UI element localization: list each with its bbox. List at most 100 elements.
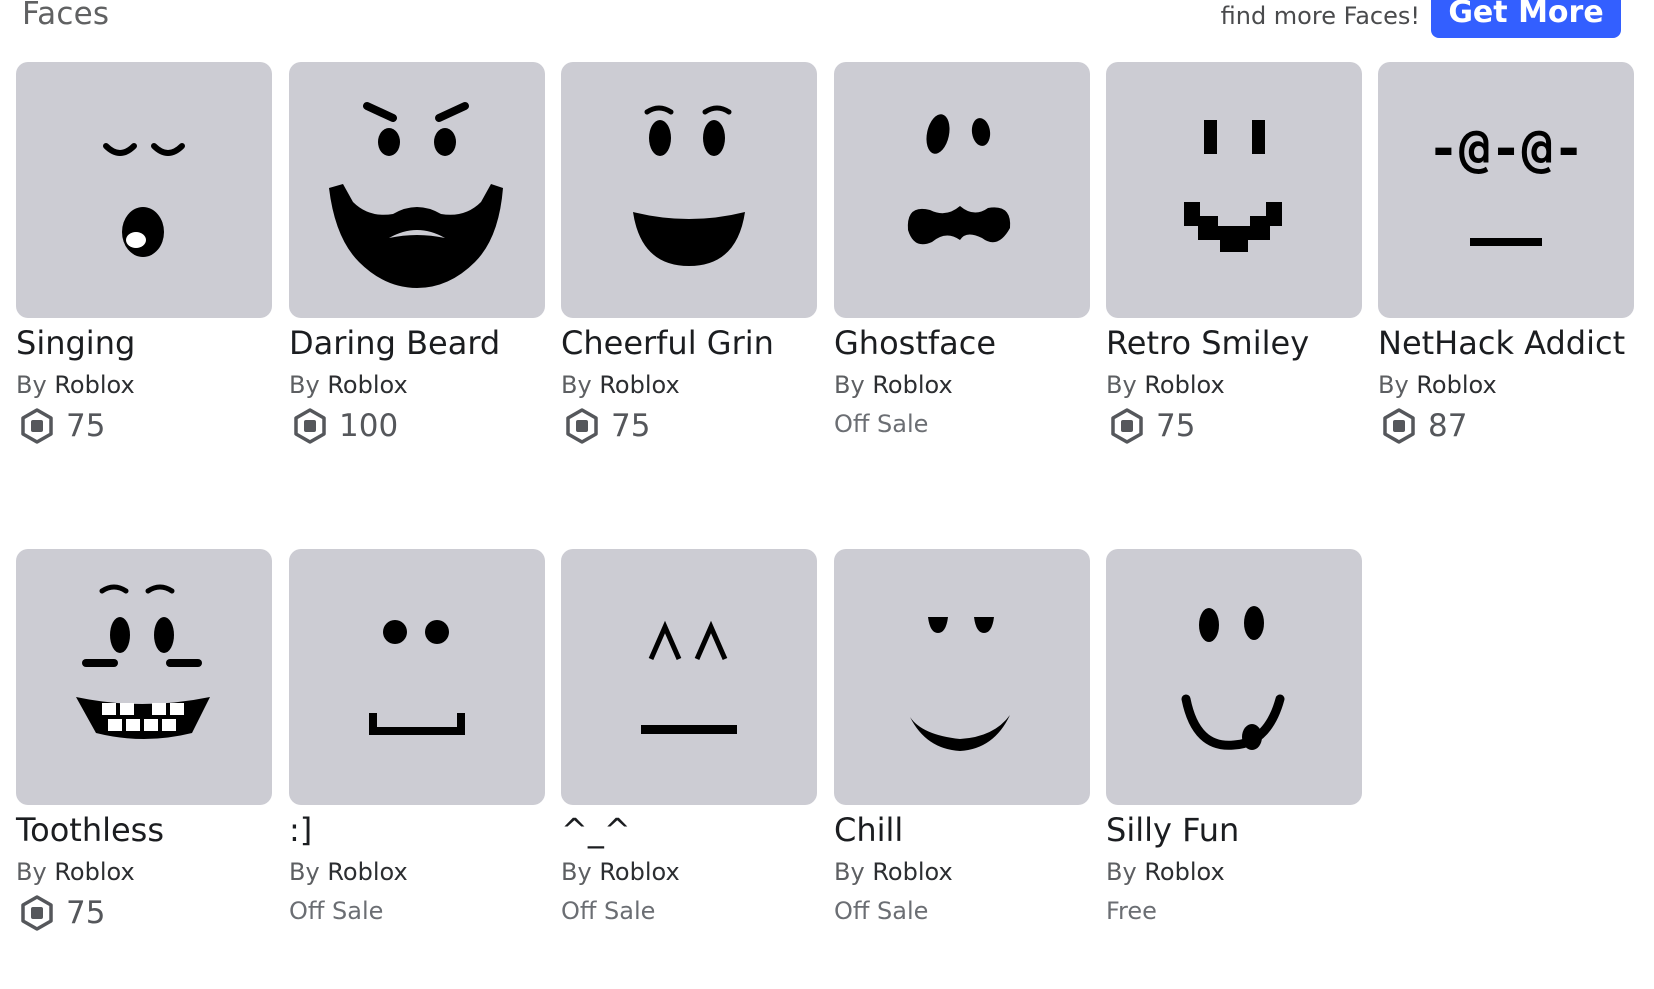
caret-eyes-face-icon <box>641 620 737 734</box>
item-thumbnail[interactable]: -@-@- <box>1378 62 1634 318</box>
item-card[interactable]: Chill By Roblox Off Sale <box>834 549 1090 989</box>
item-name[interactable]: Ghostface <box>834 321 1090 365</box>
toothless-face-icon <box>76 584 210 739</box>
item-creator: By Roblox <box>16 367 272 403</box>
price-value: 100 <box>339 408 399 444</box>
item-name[interactable]: Silly Fun <box>1106 808 1362 852</box>
by-label: By <box>16 858 47 886</box>
creator-link[interactable]: Roblox <box>872 858 952 886</box>
item-thumbnail[interactable] <box>289 62 545 318</box>
robux-icon <box>1383 408 1415 444</box>
item-card[interactable]: :] By Roblox Off Sale <box>289 549 545 989</box>
robux-icon <box>21 895 53 931</box>
item-creator: By Roblox <box>1106 854 1362 890</box>
bracket-smile-face-icon <box>369 620 465 735</box>
price-value: 75 <box>66 408 106 444</box>
item-card[interactable]: ^_^ By Roblox Off Sale <box>561 549 817 989</box>
item-creator: By Roblox <box>561 854 817 890</box>
item-name[interactable]: Chill <box>834 808 1090 852</box>
creator-link[interactable]: Roblox <box>1144 371 1224 399</box>
item-thumbnail[interactable] <box>1106 62 1362 318</box>
price-value: 75 <box>611 408 651 444</box>
ghostface-face-icon <box>907 114 1011 245</box>
item-creator: By Roblox <box>834 367 1090 403</box>
item-name[interactable]: :] <box>289 808 545 852</box>
item-name[interactable]: Retro Smiley <box>1106 321 1362 365</box>
cheerful-grin-face-icon <box>633 105 745 266</box>
item-card[interactable]: Retro Smiley By Roblox 75 <box>1106 62 1362 502</box>
item-thumbnail[interactable] <box>561 549 817 805</box>
item-thumbnail[interactable] <box>16 549 272 805</box>
by-label: By <box>1106 371 1137 399</box>
price-value: 87 <box>1428 408 1468 444</box>
creator-link[interactable]: Roblox <box>599 371 679 399</box>
creator-link[interactable]: Roblox <box>1144 858 1224 886</box>
robux-icon <box>566 408 598 444</box>
section-title: Faces <box>22 0 110 32</box>
item-name[interactable]: Cheerful Grin <box>561 321 817 365</box>
item-card[interactable]: Singing By Roblox 75 <box>16 62 272 502</box>
by-label: By <box>16 371 47 399</box>
item-name[interactable]: NetHack Addict <box>1378 321 1634 365</box>
item-thumbnail[interactable] <box>1106 549 1362 805</box>
item-name[interactable]: Toothless <box>16 808 272 852</box>
item-thumbnail[interactable] <box>834 549 1090 805</box>
creator-link[interactable]: Roblox <box>327 371 407 399</box>
face-text: -@-@- <box>1428 119 1585 179</box>
sale-status: Off Sale <box>561 897 656 925</box>
creator-link[interactable]: Roblox <box>327 858 407 886</box>
item-creator: By Roblox <box>289 367 545 403</box>
item-name[interactable]: Daring Beard <box>289 321 545 365</box>
robux-icon <box>294 408 326 444</box>
item-card[interactable]: Toothless By Roblox 75 <box>16 549 272 989</box>
item-creator: By Roblox <box>16 854 272 890</box>
by-label: By <box>561 858 592 886</box>
sale-status: Off Sale <box>289 897 384 925</box>
creator-link[interactable]: Roblox <box>599 858 679 886</box>
item-price: 75 <box>561 406 817 446</box>
item-name[interactable]: Singing <box>16 321 272 365</box>
item-price: 75 <box>16 406 272 446</box>
sale-status: Free <box>1106 897 1157 925</box>
item-creator: By Roblox <box>834 854 1090 890</box>
item-name[interactable]: ^_^ <box>561 808 817 852</box>
by-label: By <box>1106 858 1137 886</box>
chill-face-icon <box>910 617 1010 751</box>
creator-link[interactable]: Roblox <box>54 371 134 399</box>
item-creator: By Roblox <box>1378 367 1634 403</box>
item-price: 75 <box>1106 406 1362 446</box>
silly-fun-face-icon <box>1181 606 1285 750</box>
item-creator: By Roblox <box>1106 367 1362 403</box>
item-card[interactable]: Ghostface By Roblox Off Sale <box>834 62 1090 502</box>
singing-face-icon <box>103 143 185 257</box>
robux-icon <box>1111 408 1143 444</box>
robux-icon <box>21 408 53 444</box>
nethack-addict-face-icon: -@-@- <box>1428 119 1585 246</box>
creator-link[interactable]: Roblox <box>872 371 952 399</box>
item-price: 100 <box>289 406 545 446</box>
item-thumbnail[interactable] <box>16 62 272 318</box>
daring-beard-face-icon <box>329 102 503 288</box>
item-thumbnail[interactable] <box>289 549 545 805</box>
item-card[interactable]: -@-@- NetHack Addict By Roblox 87 <box>1378 62 1634 502</box>
creator-link[interactable]: Roblox <box>1416 371 1496 399</box>
by-label: By <box>834 858 865 886</box>
retro-smiley-face-icon <box>1184 120 1282 252</box>
get-more-button[interactable]: Get More <box>1431 0 1621 38</box>
item-creator: By Roblox <box>289 854 545 890</box>
promo-text: find more Faces! <box>1220 2 1420 30</box>
item-card[interactable]: Silly Fun By Roblox Free <box>1106 549 1362 989</box>
item-thumbnail[interactable] <box>561 62 817 318</box>
by-label: By <box>289 858 320 886</box>
by-label: By <box>1378 371 1409 399</box>
creator-link[interactable]: Roblox <box>54 858 134 886</box>
sale-status: Off Sale <box>834 410 929 438</box>
by-label: By <box>289 371 320 399</box>
item-thumbnail[interactable] <box>834 62 1090 318</box>
item-price: 87 <box>1378 406 1634 446</box>
item-creator: By Roblox <box>561 367 817 403</box>
item-card[interactable]: Daring Beard By Roblox 100 <box>289 62 545 502</box>
by-label: By <box>561 371 592 399</box>
item-card[interactable]: Cheerful Grin By Roblox 75 <box>561 62 817 502</box>
sale-status: Off Sale <box>834 897 929 925</box>
